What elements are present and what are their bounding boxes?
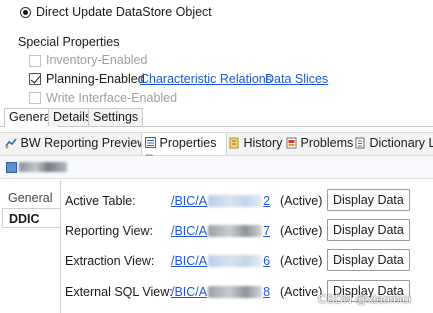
special-properties-heading: Special Properties [18, 35, 120, 49]
properties-label: Properties [159, 136, 217, 150]
side-tab-ddic-label: DDIC [9, 212, 40, 226]
tab-properties[interactable]: Properties ⊠ [141, 133, 227, 164]
active-table-name-redacted [208, 195, 262, 207]
active-table-link-suffix: 2 [263, 194, 271, 208]
data-slices-link[interactable]: Data Slices [265, 72, 328, 86]
side-tab-ddic[interactable]: DDIC [2, 208, 60, 228]
external-sql-view-link-prefix: /BIC/A [171, 285, 208, 299]
tab-dictionary[interactable]: Dictionary Lo [355, 136, 433, 150]
extraction-view-name-redacted [208, 255, 262, 267]
dictionary-icon [355, 137, 365, 149]
extraction-view-display-data-button[interactable]: Display Data [327, 249, 410, 271]
direct-update-radio[interactable] [20, 7, 31, 18]
watermark: CSDN @xiaomici [318, 292, 411, 306]
external-sql-view-label: External SQL View: [65, 285, 173, 299]
active-table-display-data-button[interactable]: Display Data [327, 189, 410, 211]
extraction-view-link-suffix: 6 [263, 254, 271, 268]
properties-icon [145, 137, 156, 148]
inventory-enabled-checkbox[interactable] [29, 55, 41, 67]
history-label: History [243, 136, 283, 150]
reporting-view-name-redacted [208, 225, 262, 237]
extraction-view-link-prefix: /BIC/A [171, 254, 208, 268]
external-sql-view-link-suffix: 8 [263, 285, 271, 299]
problems-label: Problems [300, 136, 354, 150]
reporting-view-display-data-label: Display Data [333, 223, 404, 237]
write-interface-label: Write Interface-Enabled [46, 91, 178, 105]
tab-bw-reporting-preview[interactable]: BW Reporting Preview [5, 136, 146, 150]
planning-enabled-checkbox[interactable] [29, 73, 41, 85]
tab-history[interactable]: History [229, 136, 282, 150]
problems-icon [286, 137, 297, 149]
tab-problems[interactable]: Problems [286, 136, 353, 150]
write-interface-checkbox[interactable] [29, 92, 41, 104]
reporting-view-label: Reporting View: [65, 224, 154, 238]
external-sql-view-name-redacted [208, 286, 262, 298]
bw-preview-label: BW Reporting Preview [20, 136, 147, 150]
inventory-enabled-label: Inventory-Enabled [46, 53, 148, 67]
characteristic-relations-link[interactable]: Characteristic Relations [140, 72, 272, 86]
dictionary-label: Dictionary Lo [369, 136, 433, 150]
tab-general-label: General [9, 110, 54, 124]
active-table-display-data-label: Display Data [333, 193, 404, 207]
planning-enabled-label: Planning-Enabled [46, 72, 145, 86]
object-type-icon [6, 162, 17, 173]
reporting-view-link-prefix: /BIC/A [171, 224, 208, 238]
extraction-view-label: Extraction View: [65, 254, 155, 268]
editor-tabs-baseline [0, 126, 433, 127]
tab-settings[interactable]: Settings [88, 108, 144, 126]
side-tab-general[interactable]: General [2, 188, 54, 208]
object-name-redacted [19, 162, 67, 172]
reporting-view-link-suffix: 7 [263, 224, 271, 238]
external-sql-view-status: (Active) [280, 285, 323, 299]
active-table-status: (Active) [280, 194, 323, 208]
extraction-view-status: (Active) [280, 254, 323, 268]
tab-details-label: Details [53, 110, 92, 124]
reporting-view-status: (Active) [280, 224, 323, 238]
bw-preview-icon [5, 138, 17, 149]
extraction-view-display-data-label: Display Data [333, 253, 404, 267]
history-icon [229, 137, 239, 149]
direct-update-label: Direct Update DataStore Object [36, 5, 212, 19]
reporting-view-display-data-button[interactable]: Display Data [327, 219, 410, 241]
tab-settings-label: Settings [93, 110, 139, 124]
active-table-link-prefix: /BIC/A [171, 194, 208, 208]
active-table-label: Active Table: [65, 194, 136, 208]
side-tab-general-label: General [8, 191, 53, 205]
